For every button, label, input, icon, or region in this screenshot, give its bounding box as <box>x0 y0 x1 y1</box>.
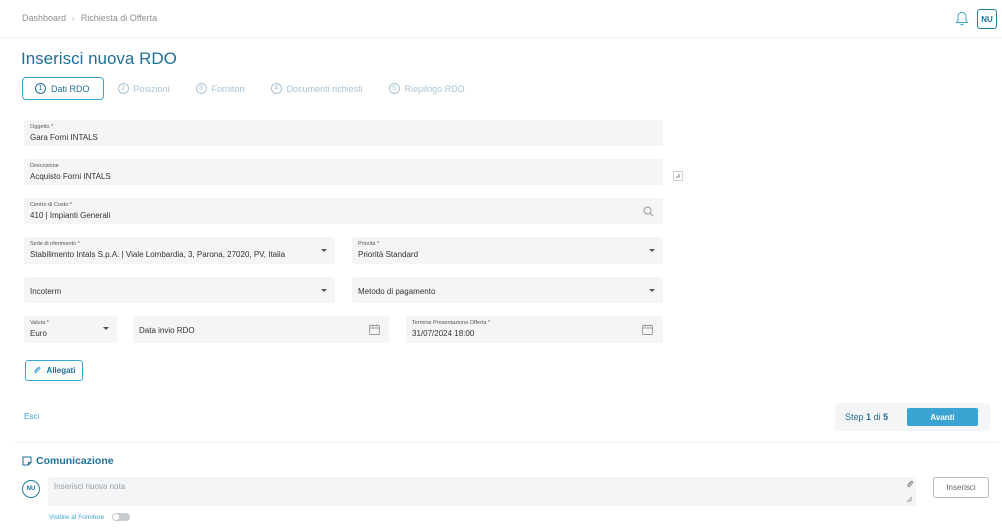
step-dati-rdo[interactable]: 1 Dati RDO <box>22 77 104 100</box>
chevron-down-icon <box>321 289 327 292</box>
step-fornitori[interactable]: 3 Fornitori <box>195 77 245 100</box>
user-avatar[interactable]: NU <box>977 9 997 29</box>
step-prefix: Step <box>845 412 864 422</box>
calendar-icon[interactable] <box>369 324 380 335</box>
priorita-select[interactable]: Priorità * Priorità Standard <box>352 237 663 264</box>
metodo-pagamento-select[interactable]: Metodo di pagamento <box>352 277 663 303</box>
note-icon <box>22 456 32 466</box>
sede-label: Sede di riferimento * <box>30 241 80 247</box>
step-label: Riepilogo RDO <box>404 83 465 94</box>
visibile-fornitore-toggle[interactable] <box>112 513 131 521</box>
step-label: Posizioni <box>133 83 170 94</box>
priorita-label: Priorità * <box>358 241 380 247</box>
oggetto-field[interactable]: Oggetto * Gara Forni INTALS <box>24 120 663 146</box>
termine-value: 31/07/2024 18:00 <box>412 329 475 338</box>
avanti-button[interactable]: Avanti <box>907 408 978 426</box>
incoterm-placeholder: Incoterm <box>30 287 62 296</box>
paperclip-icon[interactable] <box>906 480 914 489</box>
chevron-down-icon <box>103 327 109 330</box>
esci-link[interactable]: Esci <box>24 412 39 421</box>
nota-textarea[interactable]: Inserisci nuova nota <box>48 477 916 506</box>
priorita-value: Priorità Standard <box>358 250 419 259</box>
step-riepilogo-rdo[interactable]: 5 Riepilogo RDO <box>388 77 465 100</box>
section-divider <box>14 442 998 443</box>
chevron-down-icon <box>321 249 327 252</box>
descrizione-field[interactable]: Descrizione Acquisto Forni INTALS <box>24 159 683 185</box>
page-title: Inserisci nuova RDO <box>21 49 177 68</box>
nota-placeholder: Inserisci nuova nota <box>54 482 126 491</box>
centro-costo-field[interactable]: Centro di Costo * 410 | Impianti General… <box>24 198 663 224</box>
descrizione-label: Descrizione <box>30 163 59 169</box>
resize-handle-icon[interactable] <box>906 496 913 503</box>
allegati-button[interactable]: Allegati <box>25 360 83 381</box>
termine-presentazione-field[interactable]: Termine Presentazione Offerta * 31/07/20… <box>406 316 663 343</box>
step-indicator: Step 1 di 5 Avanti <box>835 403 990 431</box>
comment-avatar: NU <box>22 480 40 498</box>
step-documenti-richiesti[interactable]: 4 Documenti richiesti <box>270 77 363 100</box>
breadcrumb-dashboard[interactable]: Dashboard <box>22 13 66 23</box>
sede-select[interactable]: Sede di riferimento * Stabilimento Intal… <box>24 237 335 264</box>
oggetto-value: Gara Forni INTALS <box>30 133 98 142</box>
step-number: 5 <box>388 83 400 94</box>
breadcrumb: Dashboard › Richiesta di Offerta <box>22 13 157 23</box>
sede-value: Stabilimento Intals S.p.A. | Viale Lomba… <box>30 250 286 259</box>
comunicazione-title: Comunicazione <box>36 455 114 467</box>
step-middle: di <box>873 412 881 422</box>
centro-costo-label: Centro di Costo * <box>30 202 72 208</box>
descrizione-value: Acquisto Forni INTALS <box>30 172 111 181</box>
step-label: Dati RDO <box>51 83 90 94</box>
data-invio-field[interactable]: Data invio RDO <box>133 316 389 343</box>
incoterm-select[interactable]: Incoterm <box>24 277 335 303</box>
centro-costo-value: 410 | Impianti Generali <box>30 211 111 220</box>
valuta-value: Euro <box>30 329 47 338</box>
metodo-pagamento-placeholder: Metodo di pagamento <box>358 287 436 296</box>
chevron-down-icon <box>649 289 655 292</box>
termine-label: Termine Presentazione Offerta * <box>412 320 491 326</box>
inserisci-button[interactable]: Inserisci <box>933 477 989 498</box>
allegati-label: Allegati <box>46 366 76 375</box>
visibile-fornitore-row: Visibile al Fornitore <box>49 513 131 521</box>
bell-icon[interactable] <box>955 11 969 27</box>
top-bar: Dashboard › Richiesta di Offerta NU <box>0 0 1002 38</box>
resize-handle-icon[interactable] <box>673 171 683 181</box>
oggetto-label: Oggetto * <box>30 124 54 130</box>
calendar-icon[interactable] <box>642 324 653 335</box>
visibile-fornitore-label: Visibile al Fornitore <box>49 513 105 521</box>
valuta-label: Valuta * <box>30 320 49 326</box>
step-number: 1 <box>35 83 46 94</box>
step-label: Fornitori <box>211 83 245 94</box>
step-number: 4 <box>270 83 282 94</box>
paperclip-icon <box>33 366 40 374</box>
step-posizioni[interactable]: 2 Posizioni <box>117 77 170 100</box>
step-number: 2 <box>117 83 129 94</box>
wizard-stepper: 1 Dati RDO 2 Posizioni 3 Fornitori 4 Doc… <box>22 77 491 100</box>
comunicazione-heading: Comunicazione <box>22 455 114 467</box>
data-invio-placeholder: Data invio RDO <box>139 326 195 335</box>
breadcrumb-current: Richiesta di Offerta <box>80 13 158 23</box>
step-number: 3 <box>195 83 207 94</box>
step-label: Documenti richiesti <box>286 83 363 94</box>
chevron-down-icon <box>649 249 655 252</box>
step-total: 5 <box>883 412 889 422</box>
step-current: 1 <box>866 412 872 422</box>
step-counter: Step 1 di 5 <box>845 412 888 422</box>
breadcrumb-separator: › <box>72 13 75 23</box>
valuta-select[interactable]: Valuta * Euro <box>24 316 117 343</box>
search-icon[interactable] <box>643 206 654 217</box>
